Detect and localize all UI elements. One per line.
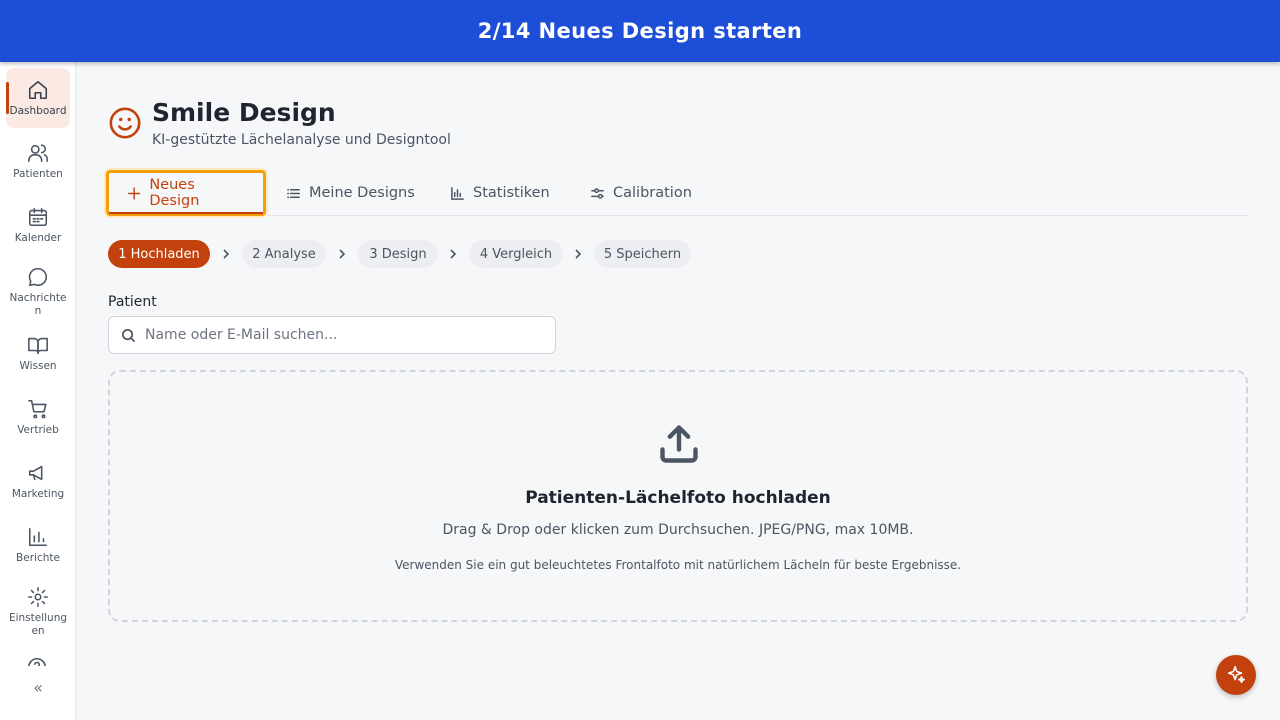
photo-upload-dropzone[interactable]: Patienten-Lächelfoto hochladen Drag & Dr…: [108, 370, 1248, 622]
tab-meine-designs[interactable]: Meine Designs: [286, 170, 415, 216]
sidebar-item-label: Wissen: [19, 360, 57, 372]
gear-icon: [28, 587, 48, 607]
step-design[interactable]: 3 Design: [358, 240, 438, 268]
chart-icon: [451, 186, 464, 200]
sidebar-item-label: Nachrichten: [9, 292, 67, 317]
step-hochladen[interactable]: 1 Hochladen: [108, 240, 210, 268]
tab-label: Calibration: [613, 185, 692, 201]
upload-icon: [660, 425, 698, 463]
banner-text: 2/14 Neues Design starten: [477, 19, 803, 43]
step-speichern[interactable]: 5 Speichern: [594, 240, 691, 268]
cart-icon: [28, 399, 47, 419]
tab-label: Statistiken: [473, 185, 550, 201]
chevron-right-icon: [223, 249, 230, 259]
book-icon: [28, 337, 48, 355]
upload-hint: Drag & Drop oder klicken zum Durchsuchen…: [442, 522, 914, 538]
sidebar-item-kalender[interactable]: Kalender: [6, 206, 70, 245]
tab-neues-design[interactable]: Neues Design: [106, 170, 266, 216]
sidebar-item-einstellungen[interactable]: Einstellungen: [6, 586, 70, 638]
upload-title: Patienten-Lächelfoto hochladen: [525, 488, 831, 508]
sidebar-item-label: Dashboard: [9, 104, 67, 117]
list-icon: [287, 188, 300, 198]
sidebar-item-dashboard[interactable]: Dashboard: [6, 68, 70, 128]
chevron-right-icon: [339, 249, 346, 259]
tutorial-banner: 2/14 Neues Design starten: [0, 0, 1280, 62]
help-icon[interactable]: [26, 656, 50, 666]
sidebar-item-label: Berichte: [16, 552, 60, 564]
sidebar-item-label: Patienten: [13, 168, 63, 180]
upload-note: Verwenden Sie ein gut beleuchtetes Front…: [394, 558, 962, 572]
tab-bar: Neues Design Meine Designs Statistiken C…: [106, 170, 1248, 216]
sidebar-item-marketing[interactable]: Marketing: [6, 462, 70, 501]
patient-search: [108, 316, 556, 354]
sliders-icon: [591, 187, 604, 199]
plus-icon: [128, 186, 141, 200]
calendar-icon: [28, 207, 48, 227]
step-vergleich[interactable]: 4 Vergleich: [469, 240, 563, 268]
smile-icon: [109, 107, 141, 139]
chevron-right-icon: [450, 249, 457, 259]
sidebar-item-nachrichten[interactable]: Nachrichten: [6, 266, 70, 318]
collapse-sidebar-button[interactable]: «: [26, 676, 50, 700]
tab-label: Neues Design: [149, 177, 200, 209]
sparkles-icon: [1227, 665, 1246, 684]
tab-calibration[interactable]: Calibration: [590, 170, 692, 216]
sidebar-item-label: Kalender: [14, 232, 62, 244]
sidebar-item-wissen[interactable]: Wissen: [6, 334, 70, 373]
sidebar-item-berichte[interactable]: Berichte: [6, 526, 70, 565]
bar-chart-icon: [28, 527, 48, 547]
ai-assistant-button[interactable]: [1216, 655, 1256, 695]
users-icon: [28, 144, 48, 163]
patient-search-input[interactable]: [145, 317, 545, 353]
chevron-right-icon: [575, 249, 582, 259]
page-title: Smile Design: [152, 98, 336, 127]
home-icon: [28, 80, 48, 99]
patient-label: Patient: [108, 294, 157, 310]
sidebar-item-label: Einstellungen: [8, 612, 68, 637]
sidebar-item-label: Marketing: [11, 488, 65, 500]
main-content: Smile Design KI-gestützte Lächelanalyse …: [76, 62, 1280, 720]
step-analyse[interactable]: 2 Analyse: [242, 240, 326, 268]
search-icon: [122, 329, 136, 343]
message-icon: [28, 267, 47, 287]
tab-label: Meine Designs: [309, 185, 415, 201]
tab-statistiken[interactable]: Statistiken: [450, 170, 550, 216]
megaphone-icon: [28, 465, 43, 481]
page-subtitle: KI-gestützte Lächelanalyse und Designtoo…: [152, 132, 451, 148]
sidebar-item-label: Vertrieb: [17, 424, 59, 436]
sidebar: Dashboard Patienten Kalender Nachrichten…: [0, 62, 76, 720]
sidebar-item-patienten[interactable]: Patienten: [6, 142, 70, 181]
sidebar-item-vertrieb[interactable]: Vertrieb: [6, 398, 70, 437]
